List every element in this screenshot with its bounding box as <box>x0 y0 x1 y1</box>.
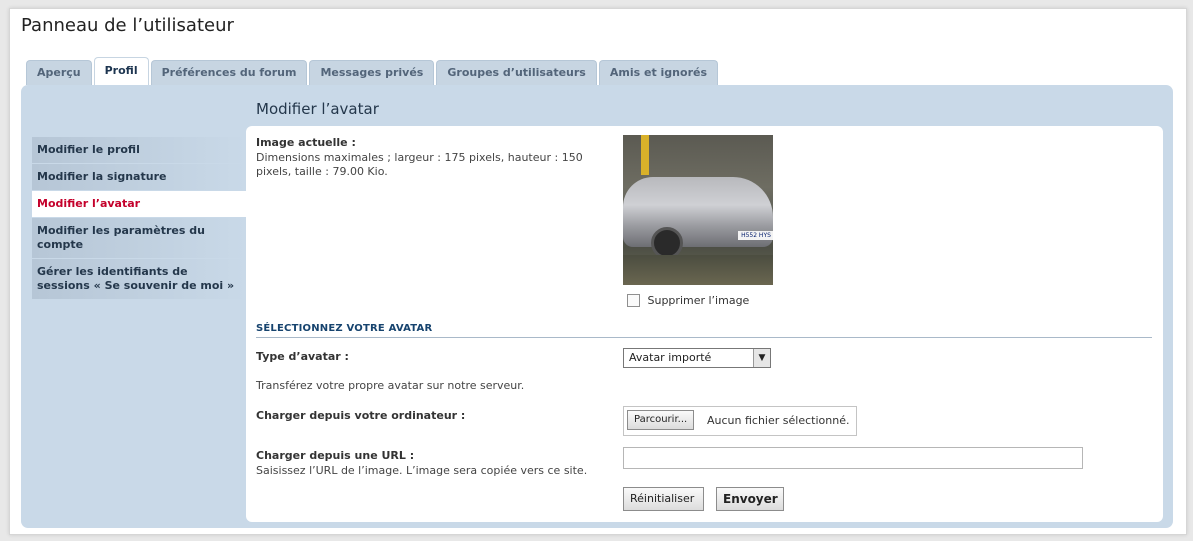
tab-amis[interactable]: Amis et ignorés <box>598 60 718 85</box>
avatar-plate: H552 HYS <box>738 231 773 240</box>
avatar-type-label: Type d’avatar : <box>256 350 349 363</box>
profile-panel: Modifier l’avatar Modifier le profil Mod… <box>21 85 1173 528</box>
url-input[interactable] <box>623 447 1083 469</box>
file-upload-field[interactable]: Parcourir... Aucun fichier sélectionné. <box>623 406 857 436</box>
window: Panneau de l’utilisateur Aperçu Profil P… <box>9 8 1187 535</box>
sidebar-item-signature[interactable]: Modifier la signature <box>32 164 246 190</box>
avatar-type-value: Avatar importé <box>629 351 712 364</box>
sidebar-item-avatar[interactable]: Modifier l’avatar <box>32 191 246 217</box>
reset-button[interactable]: Réinitialiser <box>623 487 704 511</box>
avatar-ground <box>623 255 773 285</box>
tab-apercu[interactable]: Aperçu <box>26 60 92 85</box>
current-image-desc: Dimensions maximales ; largeur : 175 pix… <box>256 151 583 178</box>
sidebar-item-compte[interactable]: Modifier les paramètres du compte <box>32 218 246 258</box>
avatar-form: Image actuelle : Dimensions maximales ; … <box>246 126 1163 522</box>
avatar-image: H552 HYS <box>623 135 773 285</box>
tab-profil[interactable]: Profil <box>93 57 149 85</box>
upload-label: Charger depuis votre ordinateur : <box>256 409 466 422</box>
tab-messages[interactable]: Messages privés <box>309 60 435 85</box>
submit-button[interactable]: Envoyer <box>716 487 784 511</box>
sidebar-item-profil[interactable]: Modifier le profil <box>32 137 246 163</box>
avatar-pole <box>641 135 649 175</box>
tab-preferences[interactable]: Préférences du forum <box>150 60 308 85</box>
current-image-label: Image actuelle : <box>256 136 356 149</box>
url-desc: Saisissez l’URL de l’image. L’image sera… <box>256 464 588 477</box>
delete-image-checkbox[interactable] <box>627 293 640 307</box>
content-heading: Modifier l’avatar <box>256 100 379 118</box>
tab-bar: Aperçu Profil Préférences du forum Messa… <box>26 57 720 85</box>
sidebar-item-sessions[interactable]: Gérer les identifiants de sessions « Se … <box>32 259 246 299</box>
avatar-type-select[interactable]: Avatar importé ▼ <box>623 348 771 368</box>
delete-image-label: Supprimer l’image <box>647 293 750 307</box>
url-label: Charger depuis une URL : <box>256 449 415 462</box>
delete-image-option[interactable]: Supprimer l’image <box>627 293 749 307</box>
upload-desc: Transférez votre propre avatar sur notre… <box>256 379 525 392</box>
chevron-down-icon[interactable]: ▼ <box>753 349 770 367</box>
sidebar: Modifier le profil Modifier la signature… <box>32 137 246 300</box>
no-file-text: Aucun fichier sélectionné. <box>707 414 850 427</box>
section-title: SÉLECTIONNEZ VOTRE AVATAR <box>256 323 1152 338</box>
browse-button[interactable]: Parcourir... <box>627 410 695 430</box>
tab-groupes[interactable]: Groupes d’utilisateurs <box>436 60 597 85</box>
page-title: Panneau de l’utilisateur <box>21 15 234 36</box>
